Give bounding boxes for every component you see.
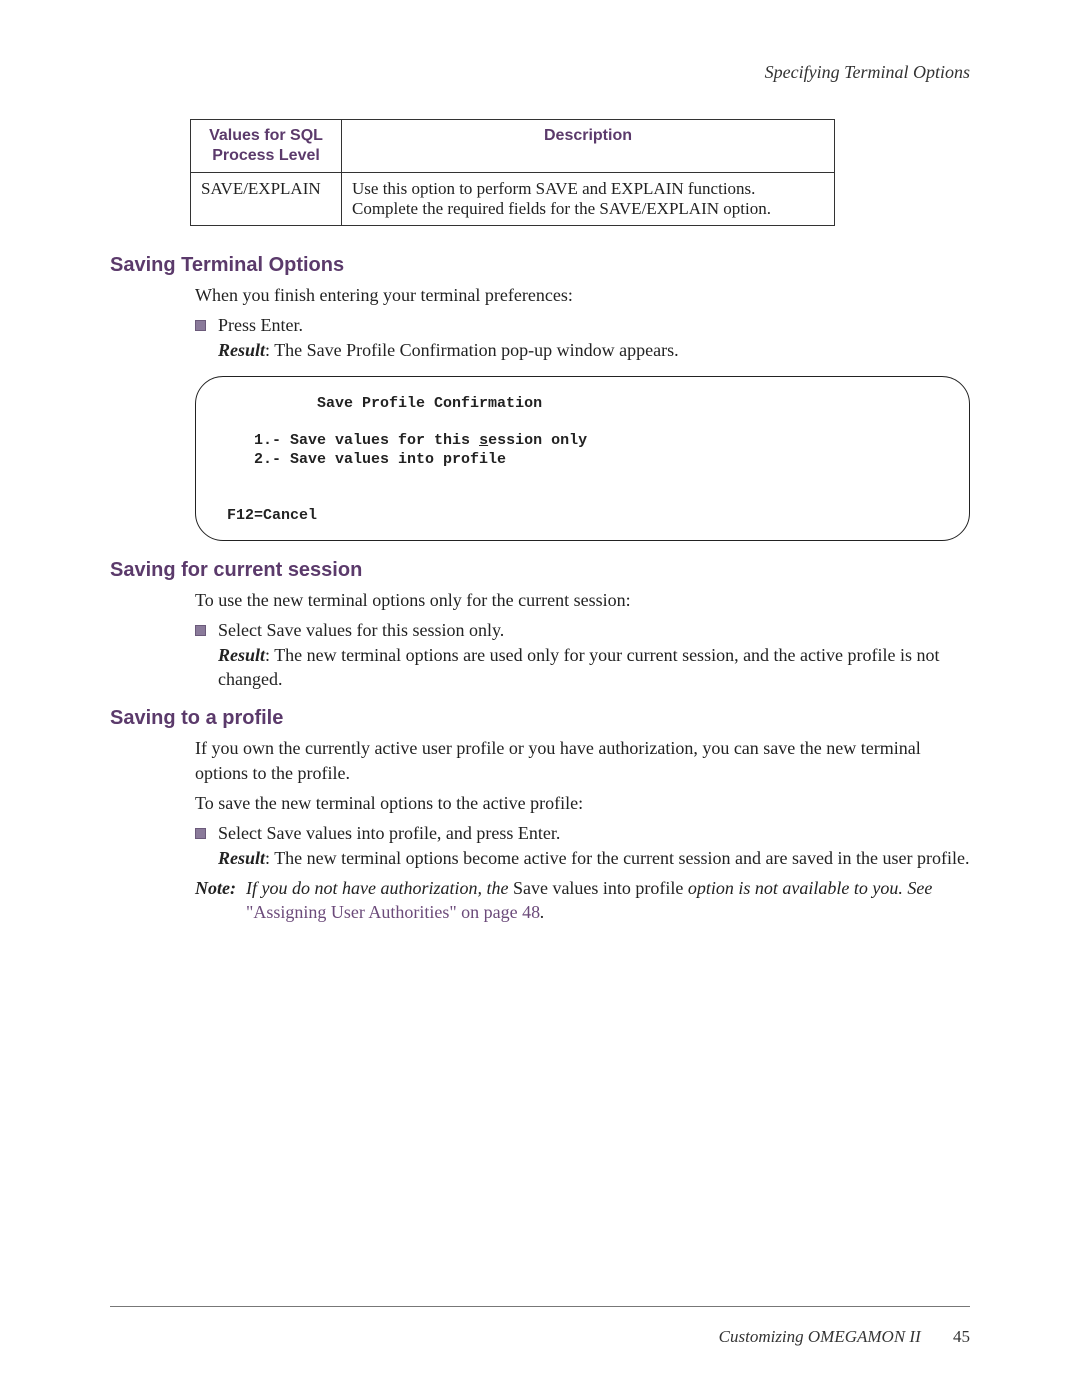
- terminal-title: Save Profile Confirmation: [317, 395, 542, 412]
- note-post: .: [540, 902, 545, 922]
- result-label: Result: [218, 340, 265, 360]
- section3-action: Select Save values into profile, and pre…: [218, 821, 970, 845]
- terminal-line1b: ession only: [488, 432, 587, 449]
- square-bullet-icon: [195, 828, 206, 839]
- running-head: Specifying Terminal Options: [110, 62, 970, 83]
- section2-action: Select Save values for this session only…: [218, 618, 970, 642]
- table-row: SAVE/EXPLAIN Use this option to perform …: [191, 173, 835, 226]
- section2-result: Result: The new terminal options are use…: [218, 643, 970, 692]
- section2-intro: To use the new terminal options only for…: [195, 588, 970, 612]
- terminal-box: Save Profile Confirmation 1.- Save value…: [195, 376, 970, 541]
- result-text: : The new terminal options become active…: [265, 848, 969, 868]
- terminal-line1-under: s: [479, 432, 488, 449]
- result-text: : The new terminal options are used only…: [218, 645, 940, 689]
- table-header-description: Description: [342, 120, 835, 173]
- note-upright: Save values into profile: [513, 878, 683, 898]
- section1-body: When you finish entering your terminal p…: [195, 283, 970, 362]
- section3-intro1: If you own the currently active user pro…: [195, 736, 970, 785]
- result-text: : The Save Profile Confirmation pop-up w…: [265, 340, 679, 360]
- footer: Customizing OMEGAMON II 45: [110, 1327, 970, 1347]
- section1-action: Press Enter.: [218, 313, 970, 337]
- square-bullet-icon: [195, 625, 206, 636]
- note-body: If you do not have authorization, the Sa…: [246, 876, 970, 925]
- terminal-screenshot: Save Profile Confirmation 1.- Save value…: [195, 376, 970, 541]
- note: Note: If you do not have authorization, …: [195, 876, 970, 925]
- terminal-line1a: 1.- Save values for this: [254, 432, 479, 449]
- terminal-line2: 2.- Save values into profile: [254, 451, 506, 468]
- section3-intro2: To save the new terminal options to the …: [195, 791, 970, 815]
- table-cell-description: Use this option to perform SAVE and EXPL…: [342, 173, 835, 226]
- xref-assigning-user-authorities[interactable]: "Assigning User Authorities" on page 48: [246, 902, 540, 922]
- table-header-values: Values for SQL Process Level: [191, 120, 342, 173]
- list-item: Press Enter. Result: The Save Profile Co…: [195, 313, 970, 362]
- list-item: Select Save values into profile, and pre…: [195, 821, 970, 870]
- result-label: Result: [218, 848, 265, 868]
- sql-process-level-table: Values for SQL Process Level Description…: [190, 119, 835, 226]
- heading-saving-terminal-options: Saving Terminal Options: [110, 254, 970, 277]
- square-bullet-icon: [195, 320, 206, 331]
- footer-rule: [110, 1306, 970, 1307]
- heading-saving-to-profile: Saving to a profile: [110, 707, 970, 730]
- list-item: Select Save values for this session only…: [195, 618, 970, 691]
- note-label: Note:: [195, 876, 236, 925]
- section3-body: If you own the currently active user pro…: [195, 736, 970, 924]
- note-mid: option is not available to you. See: [683, 878, 932, 898]
- section1-intro: When you finish entering your terminal p…: [195, 283, 970, 307]
- footer-text: Customizing OMEGAMON II: [719, 1327, 921, 1346]
- page-number: 45: [953, 1327, 970, 1346]
- section3-result: Result: The new terminal options become …: [218, 846, 970, 870]
- note-pre: If you do not have authorization, the: [246, 878, 513, 898]
- page: Specifying Terminal Options Values for S…: [0, 0, 1080, 1397]
- result-label: Result: [218, 645, 265, 665]
- section2-body: To use the new terminal options only for…: [195, 588, 970, 691]
- heading-saving-current-session: Saving for current session: [110, 559, 970, 582]
- terminal-footer: F12=Cancel: [227, 507, 317, 524]
- section1-result: Result: The Save Profile Confirmation po…: [218, 338, 970, 362]
- table-cell-value: SAVE/EXPLAIN: [191, 173, 342, 226]
